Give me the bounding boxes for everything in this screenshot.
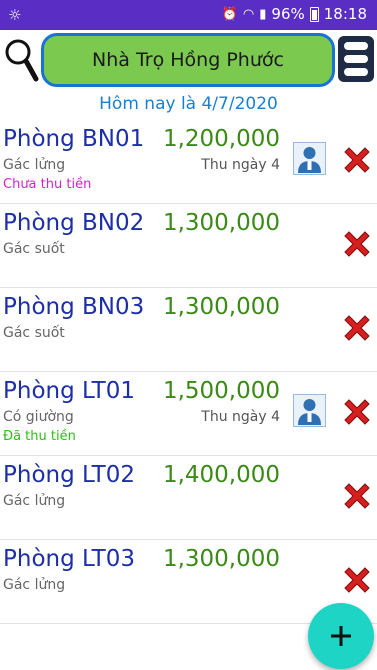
menu-icon-bar-3 [344, 68, 368, 76]
room-name: Phòng LT02 [3, 462, 135, 488]
room-row[interactable]: Phòng LT02 1,400,000 Gác lửng [0, 456, 377, 540]
tenant-icon[interactable] [293, 142, 326, 175]
menu-icon-bar-2 [344, 55, 368, 63]
add-room-button[interactable] [308, 603, 374, 669]
room-price: 1,400,000 [162, 462, 280, 488]
status-bar: ☼ ⏰ ◠ ▮ 96% 18:18 [0, 0, 377, 30]
alarm-icon: ⏰ [221, 6, 238, 22]
delete-icon[interactable] [341, 312, 373, 344]
clock: 18:18 [323, 5, 367, 23]
signal-icon: ▮ [259, 6, 267, 22]
payment-status: Đã thu tiền [3, 429, 76, 444]
room-price: 1,300,000 [162, 294, 280, 320]
battery-percent: 96% [271, 5, 305, 23]
room-name: Phòng BN02 [3, 210, 145, 236]
payment-status: Chưa thu tiền [3, 177, 92, 192]
room-name: Phòng LT01 [3, 378, 135, 404]
room-row[interactable]: Phòng BN01 1,200,000 Gác lửng Thu ngày 4 Chư… [0, 120, 377, 204]
room-description: Gác suốt [3, 241, 65, 257]
menu-icon-bar-1 [344, 42, 368, 50]
delete-icon[interactable] [341, 564, 373, 596]
room-row[interactable]: Phòng BN03 1,300,000 Gác suốt [0, 288, 377, 372]
room-name: Phòng LT03 [3, 546, 135, 572]
room-price: 1,500,000 [162, 378, 280, 404]
usb-debug-icon: ☼ [8, 6, 22, 24]
room-description: Có giường [3, 409, 74, 425]
room-price: 1,200,000 [162, 126, 280, 152]
tenant-icon[interactable] [293, 394, 326, 427]
today-label: Hôm nay là 4/7/2020 [99, 94, 278, 114]
room-description: Gác lửng [3, 577, 66, 593]
room-due-date: Thu ngày 4 [201, 157, 280, 173]
add-icon [331, 626, 351, 646]
room-description: Gác suốt [3, 325, 65, 341]
delete-icon[interactable] [341, 228, 373, 260]
title-banner[interactable]: Nhà Trọ Hồng Phước [41, 33, 335, 87]
status-icons: ⏰ ◠ ▮ 96% 18:18 [222, 5, 367, 23]
search-icon [5, 39, 39, 82]
delete-icon[interactable] [341, 144, 373, 176]
room-description: Gác lửng [3, 493, 66, 509]
app-title: Nhà Trọ Hồng Phước [92, 49, 284, 71]
room-description: Gác lửng [3, 157, 66, 173]
room-row[interactable]: Phòng LT01 1,500,000 Có giường Thu ngày 4 Đã… [0, 372, 377, 456]
delete-icon[interactable] [341, 396, 373, 428]
room-name: Phòng BN01 [3, 126, 145, 152]
wifi-icon: ◠ [242, 6, 255, 22]
menu-button[interactable] [338, 36, 374, 82]
room-price: 1,300,000 [162, 546, 280, 572]
search-button[interactable] [3, 35, 39, 85]
delete-icon[interactable] [341, 480, 373, 512]
room-due-date: Thu ngày 4 [201, 409, 280, 425]
app-header: Nhà Trọ Hồng Phước [0, 30, 377, 90]
room-price: 1,300,000 [162, 210, 280, 236]
room-row[interactable]: Phòng BN02 1,300,000 Gác suốt [0, 204, 377, 288]
battery-icon [309, 6, 319, 22]
room-name: Phòng BN03 [3, 294, 145, 320]
